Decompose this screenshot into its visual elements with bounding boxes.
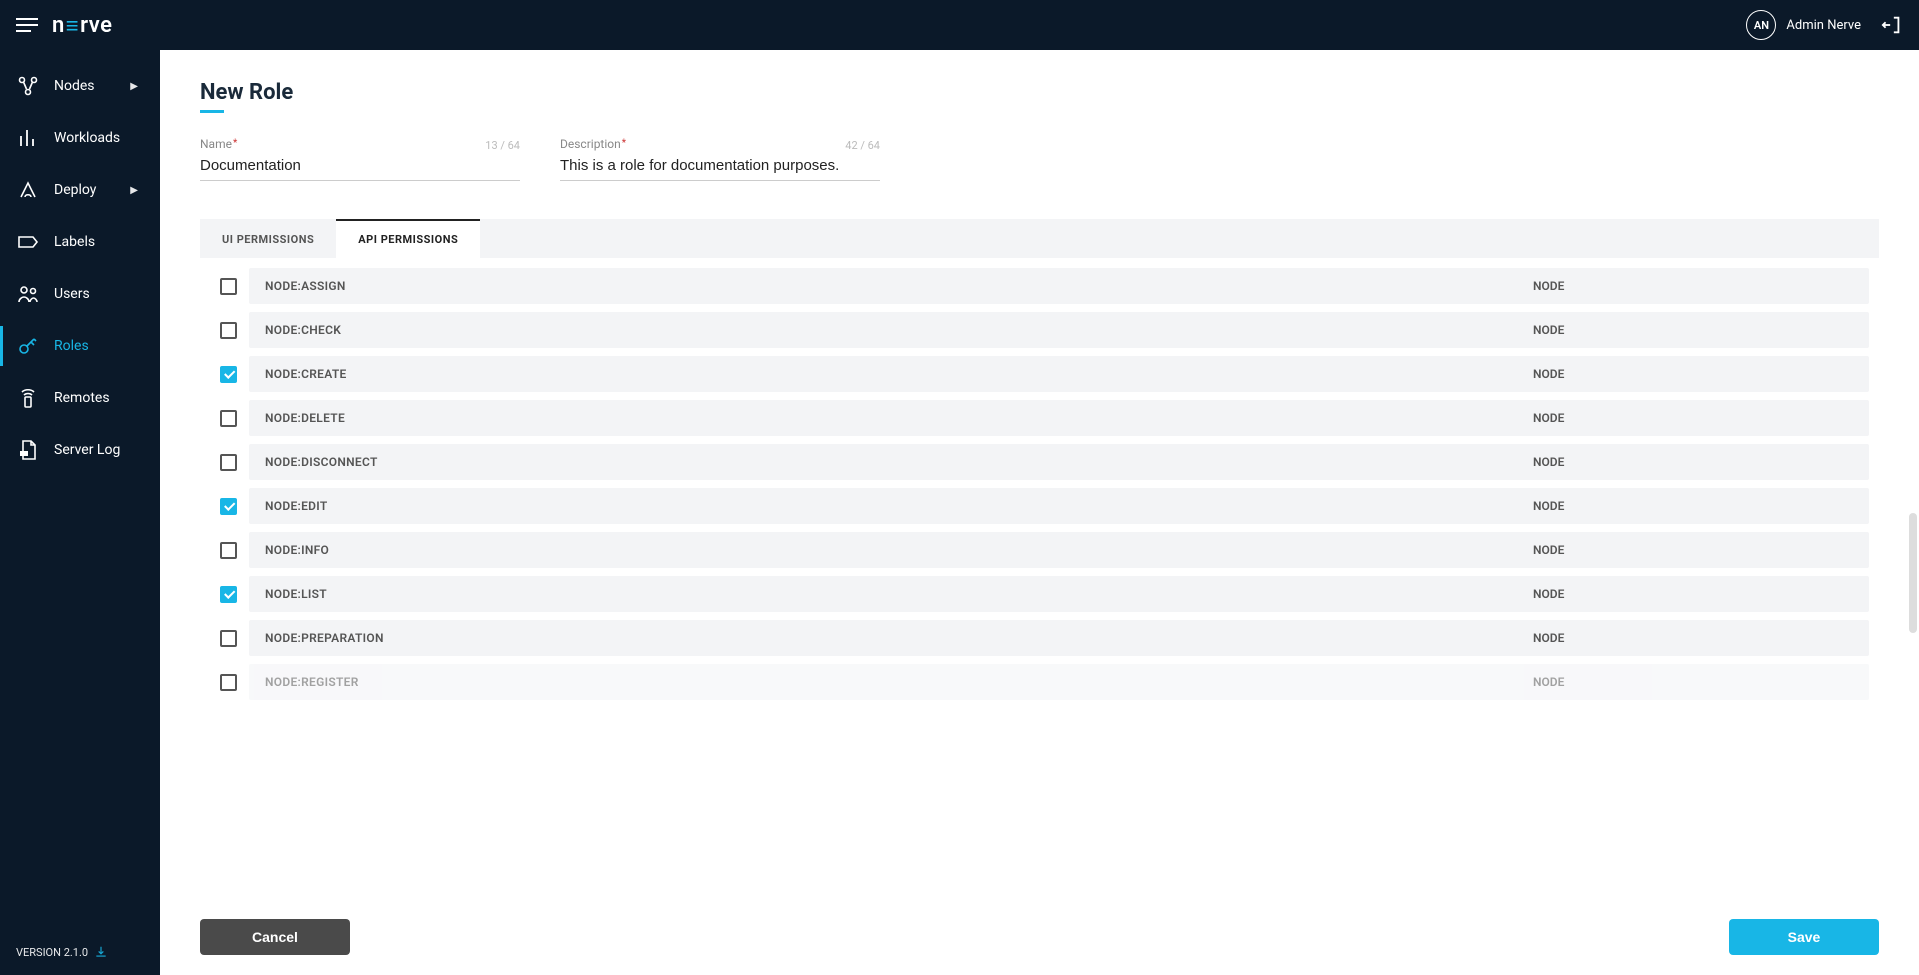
name-label: Name* <box>200 137 520 151</box>
permission-category: NODE <box>1533 367 1853 381</box>
permission-category: NODE <box>1533 279 1853 293</box>
permission-checkbox[interactable] <box>220 410 237 427</box>
name-counter: 13 / 64 <box>485 139 520 152</box>
tab-api-permissions[interactable]: API PERMISSIONS <box>336 219 480 258</box>
permission-row: NODE:EDIT NODE <box>200 484 1879 528</box>
permission-checkbox[interactable] <box>220 278 237 295</box>
permission-name: NODE:CHECK <box>265 323 341 337</box>
permission-row: NODE:PREPARATION NODE <box>200 616 1879 660</box>
logout-icon[interactable] <box>1881 14 1903 36</box>
workloads-icon <box>16 126 40 150</box>
cancel-button[interactable]: Cancel <box>200 919 350 955</box>
remotes-icon <box>16 386 40 410</box>
app-logo: n≡rve <box>52 12 112 38</box>
permissions-tabs: UI PERMISSIONSAPI PERMISSIONS <box>200 219 1879 258</box>
permission-name: NODE:ASSIGN <box>265 279 346 293</box>
description-input[interactable] <box>560 153 880 181</box>
permission-category: NODE <box>1533 587 1853 601</box>
tab-ui-permissions[interactable]: UI PERMISSIONS <box>200 219 336 258</box>
deploy-icon <box>16 178 40 202</box>
permission-row: NODE:CHECK NODE <box>200 308 1879 352</box>
permission-name: NODE:DELETE <box>265 411 345 425</box>
permission-row: NODE:REGISTER NODE <box>200 660 1879 704</box>
chevron-right-icon: ▶ <box>130 81 138 92</box>
permission-row: NODE:INFO NODE <box>200 528 1879 572</box>
permission-checkbox[interactable] <box>220 366 237 383</box>
labels-icon <box>16 230 40 254</box>
permission-row: NODE:DELETE NODE <box>200 396 1879 440</box>
permission-name: NODE:REGISTER <box>265 675 359 689</box>
sidebar-item-label: Remotes <box>54 390 110 406</box>
description-label: Description* <box>560 137 880 151</box>
download-icon[interactable] <box>94 945 108 959</box>
sidebar-item-workloads[interactable]: Workloads <box>0 112 160 164</box>
permission-row: NODE:DISCONNECT NODE <box>200 440 1879 484</box>
sidebar-item-roles[interactable]: Roles <box>0 320 160 372</box>
scrollbar[interactable] <box>1909 513 1917 633</box>
permission-checkbox[interactable] <box>220 542 237 559</box>
sidebar-item-remotes[interactable]: Remotes <box>0 372 160 424</box>
permission-category: NODE <box>1533 323 1853 337</box>
permission-checkbox[interactable] <box>220 454 237 471</box>
sidebar-item-label: Workloads <box>54 130 120 146</box>
permission-name: NODE:PREPARATION <box>265 631 384 645</box>
permissions-list[interactable]: NODE:ASSIGN NODE NODE:CHECK NODE NODE:CR… <box>200 258 1879 903</box>
permission-category: NODE <box>1533 455 1853 469</box>
sidebar-item-label: Deploy <box>54 182 96 198</box>
permission-checkbox[interactable] <box>220 498 237 515</box>
server-log-icon <box>16 438 40 462</box>
permission-name: NODE:DISCONNECT <box>265 455 378 469</box>
users-icon <box>16 282 40 306</box>
permission-name: NODE:CREATE <box>265 367 347 381</box>
avatar[interactable]: AN <box>1746 10 1776 40</box>
permission-checkbox[interactable] <box>220 630 237 647</box>
roles-icon <box>16 334 40 358</box>
permission-checkbox[interactable] <box>220 322 237 339</box>
save-button[interactable]: Save <box>1729 919 1879 955</box>
permission-category: NODE <box>1533 543 1853 557</box>
permission-name: NODE:INFO <box>265 543 329 557</box>
permission-checkbox[interactable] <box>220 586 237 603</box>
sidebar-item-server-log[interactable]: Server Log <box>0 424 160 476</box>
permission-checkbox[interactable] <box>220 674 237 691</box>
permission-category: NODE <box>1533 499 1853 513</box>
menu-toggle-icon[interactable] <box>16 14 38 36</box>
page-title: New Role <box>200 80 1879 109</box>
sidebar: Nodes ▶ Workloads Deploy ▶ Labels Users Roles Re… <box>0 50 160 975</box>
permission-name: NODE:LIST <box>265 587 327 601</box>
sidebar-item-label: Users <box>54 286 90 302</box>
permission-name: NODE:EDIT <box>265 499 328 513</box>
permission-row: NODE:LIST NODE <box>200 572 1879 616</box>
main-content: New Role Name* 13 / 64 Description* 42 /… <box>160 50 1919 975</box>
sidebar-item-deploy[interactable]: Deploy ▶ <box>0 164 160 216</box>
sidebar-item-nodes[interactable]: Nodes ▶ <box>0 60 160 112</box>
username-label: Admin Nerve <box>1786 18 1861 33</box>
nodes-icon <box>16 74 40 98</box>
sidebar-item-users[interactable]: Users <box>0 268 160 320</box>
chevron-right-icon: ▶ <box>130 185 138 196</box>
sidebar-item-label: Server Log <box>54 442 120 458</box>
name-input[interactable] <box>200 153 520 181</box>
permission-row: NODE:CREATE NODE <box>200 352 1879 396</box>
sidebar-item-labels[interactable]: Labels <box>0 216 160 268</box>
sidebar-item-label: Roles <box>54 338 89 354</box>
permission-category: NODE <box>1533 411 1853 425</box>
top-bar: n≡rve AN Admin Nerve <box>0 0 1919 50</box>
description-counter: 42 / 64 <box>845 139 880 152</box>
version-label: VERSION 2.1.0 <box>0 929 160 975</box>
sidebar-item-label: Labels <box>54 234 95 250</box>
permission-row: NODE:ASSIGN NODE <box>200 264 1879 308</box>
sidebar-item-label: Nodes <box>54 78 95 94</box>
permission-category: NODE <box>1533 631 1853 645</box>
permission-category: NODE <box>1533 675 1853 689</box>
